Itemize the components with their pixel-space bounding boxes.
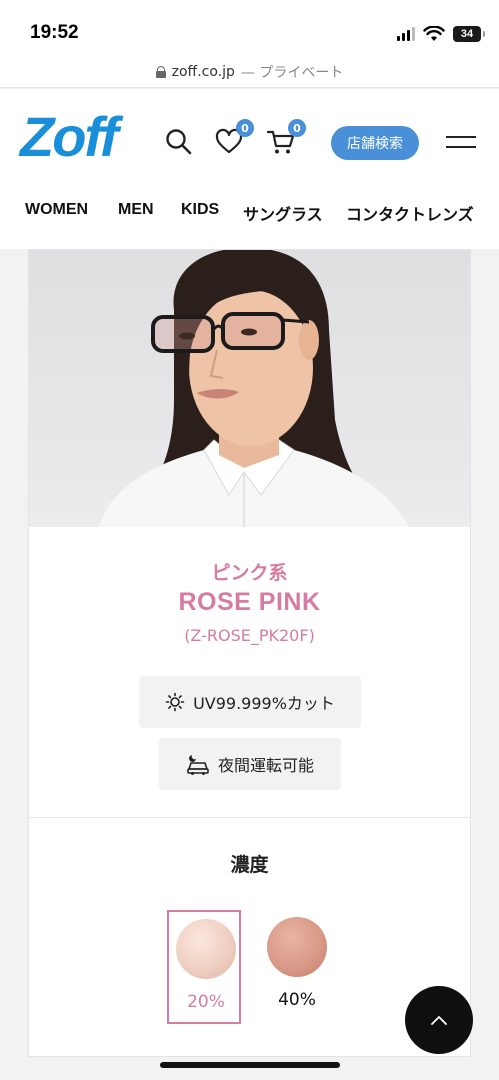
battery-icon: 34 [453, 26, 485, 42]
density-title: 濃度 [230, 854, 269, 876]
feature-night-label: 夜間運転可能 [217, 756, 314, 775]
swatch-40-circle [267, 917, 327, 977]
site-header: Zoff 0 0 店舗検索 WOMEN MEN KIDS サングラス コンタクト… [0, 89, 499, 249]
category-nav: WOMEN MEN KIDS サングラス コンタクトレンズ [0, 197, 499, 225]
status-time: 19:52 [30, 22, 79, 43]
model-photo [29, 250, 470, 527]
night-drive-icon [187, 755, 209, 775]
scroll-to-top-button[interactable] [405, 986, 473, 1054]
signal-icon [397, 27, 415, 41]
nav-item-women[interactable]: WOMEN [25, 201, 88, 219]
nav-item-sunglasses[interactable]: サングラス [243, 201, 323, 225]
swatch-20-circle [176, 919, 236, 979]
density-option-40[interactable]: 40% [260, 910, 334, 1024]
lock-icon [155, 66, 166, 78]
color-code: (Z-ROSE_PK20F) [184, 626, 315, 645]
favorites-button[interactable]: 0 [214, 119, 254, 157]
density-20-label: 20% [187, 992, 225, 1012]
section-divider [29, 817, 470, 818]
nav-item-contact-lenses[interactable]: コンタクトレンズ [346, 201, 474, 225]
lens-color-card: ピンク系 ROSE PINK (Z-ROSE_PK20F) UV99.999%カ… [28, 249, 471, 1057]
nav-item-kids[interactable]: KIDS [181, 201, 219, 219]
zoff-logo[interactable]: Zoff [20, 109, 119, 165]
chevron-up-icon [431, 1016, 447, 1025]
favorites-count-badge: 0 [236, 119, 254, 137]
feature-uv-label: UV99.999%カット [193, 694, 335, 713]
home-indicator[interactable] [160, 1062, 340, 1068]
color-group-label: ピンク系 [211, 562, 288, 584]
feature-night-driving: 夜間運転可能 [159, 738, 341, 790]
search-icon [166, 129, 192, 155]
cart-count-badge: 0 [288, 119, 306, 137]
feature-uv-cut: UV99.999%カット [139, 676, 361, 728]
url-private-label: — プライベート [240, 64, 344, 81]
url-domain: zoff.co.jp [171, 63, 235, 80]
density-40-label: 40% [278, 990, 316, 1010]
nav-item-men[interactable]: MEN [118, 201, 154, 219]
model-illustration [99, 250, 409, 527]
sun-icon [165, 692, 185, 712]
wifi-icon [423, 26, 445, 41]
store-search-button[interactable]: 店舗検索 [331, 126, 419, 160]
search-button[interactable] [164, 127, 194, 157]
color-name: ROSE PINK [178, 588, 321, 616]
status-bar: 19:52 34 [0, 0, 499, 56]
hamburger-menu-icon[interactable] [446, 133, 476, 153]
status-icons: 34 [397, 24, 485, 44]
density-option-20[interactable]: 20% [167, 910, 241, 1024]
url-bar[interactable]: zoff.co.jp — プライベート [0, 56, 499, 88]
cart-button[interactable]: 0 [266, 119, 306, 157]
